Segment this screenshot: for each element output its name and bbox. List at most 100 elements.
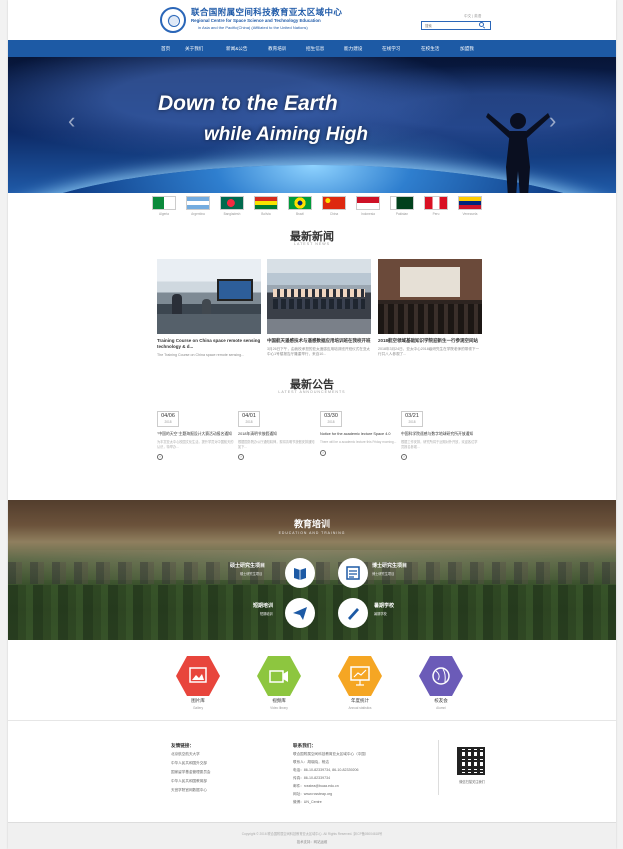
- nav-campus-life[interactable]: 在校生活: [421, 40, 439, 57]
- announcement-item[interactable]: 03/30 2018 Notice for the academic lectur…: [320, 411, 398, 456]
- news-title[interactable]: 2018航空领域基础知识学院迎新生一行参观空间站: [378, 338, 482, 344]
- alumni-button[interactable]: [419, 656, 463, 696]
- gallery-label[interactable]: 图片库: [168, 698, 228, 704]
- video-library-button[interactable]: [257, 656, 301, 696]
- flag-bangladesh[interactable]: Bangladesh: [220, 196, 244, 216]
- announcement-title[interactable]: 2018年清明节放假通知: [238, 432, 316, 437]
- phd-program-button[interactable]: [338, 558, 368, 588]
- contact-line[interactable]: 网址：www.rcssteap.org: [293, 792, 332, 797]
- announcement-item[interactable]: 04/01 2018 2018年清明节放假通知 根据国务院办公厅通知精神，现将清明…: [238, 411, 316, 461]
- more-icon[interactable]: ›: [320, 449, 326, 456]
- announcement-summary: 为丰富亚太中心校园文化生活，提升学员对中国航天的认识，特举办...: [157, 440, 234, 449]
- search-icon[interactable]: [479, 22, 484, 27]
- news-image[interactable]: [267, 259, 371, 334]
- news-summary: 3月26日下午，由我校承担的亚太遥感应用培训班开班仪式在亚太中心1号楼报告厅隆重…: [267, 347, 371, 356]
- news-section-subtitle: LATEST NEWS: [293, 242, 331, 246]
- nav-about[interactable]: 关于我们: [185, 40, 203, 57]
- news-card[interactable]: 中国航天遥感技术与遥感数据应用培训班在我校开班 3月26日下午，由我校承担的亚太…: [267, 259, 371, 357]
- flag-china[interactable]: China: [322, 196, 346, 216]
- news-card[interactable]: Training Course on China space remote se…: [157, 259, 261, 358]
- announcement-item[interactable]: 03/21 2018 中国科学院遥感与数字地球研究所开放通知 根据工作安排，研究所…: [401, 411, 479, 461]
- phd-program-sublabel: 博士研究生项目: [372, 572, 395, 576]
- qr-code-label: 微信扫描关注我们: [459, 780, 485, 784]
- master-program-button[interactable]: [285, 558, 315, 588]
- announcements-section-subtitle: LATEST ANNOUNCEMENTS: [278, 390, 346, 394]
- annual-statistics-label[interactable]: 年度统计: [330, 698, 390, 704]
- footer-link[interactable]: 中华人民共和国外交部: [171, 761, 207, 766]
- footer-link[interactable]: 北京航空航天大学: [171, 752, 200, 757]
- phd-program-label[interactable]: 博士研究生项目: [372, 562, 407, 569]
- gallery-sublabel: Gallery: [192, 706, 204, 710]
- flag-indonesia[interactable]: Indonesia: [356, 196, 380, 216]
- flag-algeria[interactable]: Algeria: [152, 196, 176, 216]
- announcement-summary: 根据国务院办公厅通知精神，现将清明节放假安排通知如下...: [238, 440, 315, 449]
- nav-capacity[interactable]: 能力建设: [344, 40, 362, 57]
- contact-line[interactable]: 邮件：rcsstea@buaa.edu.cn: [293, 784, 339, 789]
- master-program-sublabel: 硕士研究生项目: [240, 572, 263, 576]
- flag-argentina[interactable]: Argentina: [186, 196, 210, 216]
- flag-brazil[interactable]: Brazil: [288, 196, 312, 216]
- footer-link[interactable]: 国家留学基金管理委员会: [171, 770, 211, 775]
- flag-venezuela[interactable]: Venezuela: [458, 196, 482, 216]
- un-logo[interactable]: [160, 7, 186, 33]
- alumni-sublabel: Alumni: [436, 706, 446, 710]
- presentation-chart-icon: [350, 666, 370, 686]
- announcement-title[interactable]: 中国科学院遥感与数字地球研究所开放通知: [401, 432, 479, 437]
- header: 联合国附属空间科技教育亚太区域中心 Regional Centre for Sp…: [8, 0, 616, 40]
- news-title[interactable]: 中国航天遥感技术与遥感数据应用培训班在我校开班: [267, 338, 371, 344]
- education-title: 教育培训: [293, 519, 330, 529]
- copyright-text: Copyright © 2016 联合国附属空间科技教育亚太区域中心. All …: [241, 832, 383, 836]
- image-icon: [189, 667, 207, 683]
- flag-peru[interactable]: Peru: [424, 196, 448, 216]
- education-section: 教育培训 EDUCATION AND TRAINING 硕士研究生项目 硕士研究…: [8, 500, 616, 640]
- news-title[interactable]: Training Course on China space remote se…: [157, 338, 261, 350]
- org-name-en-sub: in Asia and the Pacific(China) (Affiliat…: [198, 25, 308, 30]
- contact-line[interactable]: 微博：UN_Centre: [293, 800, 322, 805]
- bottom-bar: Copyright © 2016 联合国附属空间科技教育亚太区域中心. All …: [8, 822, 616, 849]
- announcement-summary: There will be a academic lecture this Fr…: [320, 440, 397, 444]
- annual-statistics-button[interactable]: [338, 656, 382, 696]
- nav-home[interactable]: 首页: [161, 40, 170, 57]
- language-switch[interactable]: 中文 | 英语: [464, 14, 481, 19]
- astronaut-silhouette: [486, 113, 550, 193]
- master-program-label[interactable]: 硕士研究生项目: [230, 562, 265, 569]
- footer-link[interactable]: 天宫学院官网数据中心: [171, 788, 207, 793]
- news-image[interactable]: [378, 259, 482, 334]
- video-library-sublabel: Video library: [270, 706, 288, 710]
- friendly-links-title: 友情链接：: [171, 743, 194, 748]
- announcement-title[interactable]: "中国的天空"主题海报设计大赛活动报名通知: [157, 432, 235, 437]
- flag-pakistan[interactable]: Pakistan: [390, 196, 414, 216]
- more-icon[interactable]: ›: [238, 454, 244, 461]
- gallery-button[interactable]: [176, 656, 220, 696]
- book-icon: [292, 565, 308, 581]
- bottom-links[interactable]: 技术支持：网站运维: [8, 839, 616, 844]
- alumni-label[interactable]: 校友会: [411, 698, 471, 704]
- paper-plane-icon: [292, 605, 308, 621]
- more-icon[interactable]: ›: [401, 454, 407, 461]
- banner-prev-icon[interactable]: ‹: [68, 108, 75, 134]
- summer-school-label[interactable]: 暑期学校: [374, 602, 394, 609]
- short-training-sublabel: 短期培训: [260, 612, 273, 616]
- banner-headline: Down to the Earth: [158, 92, 338, 115]
- partner-flags: Algeria Argentina Bangladesh Bolivia Bra…: [152, 196, 492, 222]
- announcement-title[interactable]: Notice for the academic lecture Space 4.…: [320, 432, 398, 437]
- short-training-label[interactable]: 短期培训: [253, 602, 273, 609]
- main-nav: 首页 关于我们 新闻&公告 教育培训 招生信息 能力建设 在线学习 在校生活 加…: [8, 40, 616, 57]
- footer-divider: [438, 740, 439, 795]
- news-card[interactable]: 2018航空领域基础知识学院迎新生一行参观空间站 2018年3月24日，亚太中心…: [378, 259, 482, 357]
- news-image[interactable]: [157, 259, 261, 334]
- short-training-button[interactable]: [285, 598, 315, 628]
- footer-link[interactable]: 中华人民共和国教育部: [171, 779, 207, 784]
- hero-banner[interactable]: Down to the Earth while Aiming High ‹ ›: [8, 57, 616, 193]
- announcement-date: 03/30 2018: [320, 411, 342, 427]
- nav-online-learning[interactable]: 在线学习: [382, 40, 400, 57]
- announcement-item[interactable]: 04/06 2018 "中国的天空"主题海报设计大赛活动报名通知 为丰富亚太中心校…: [157, 411, 235, 461]
- nav-admission[interactable]: 招生信息: [306, 40, 324, 57]
- more-icon[interactable]: ›: [157, 454, 163, 461]
- video-library-label[interactable]: 视频库: [249, 698, 309, 704]
- nav-news[interactable]: 新闻&公告: [226, 40, 247, 57]
- summer-school-button[interactable]: [338, 598, 368, 628]
- nav-education[interactable]: 教育培训: [268, 40, 286, 57]
- nav-join[interactable]: 加盟我: [460, 40, 474, 57]
- flag-bolivia[interactable]: Bolivia: [254, 196, 278, 216]
